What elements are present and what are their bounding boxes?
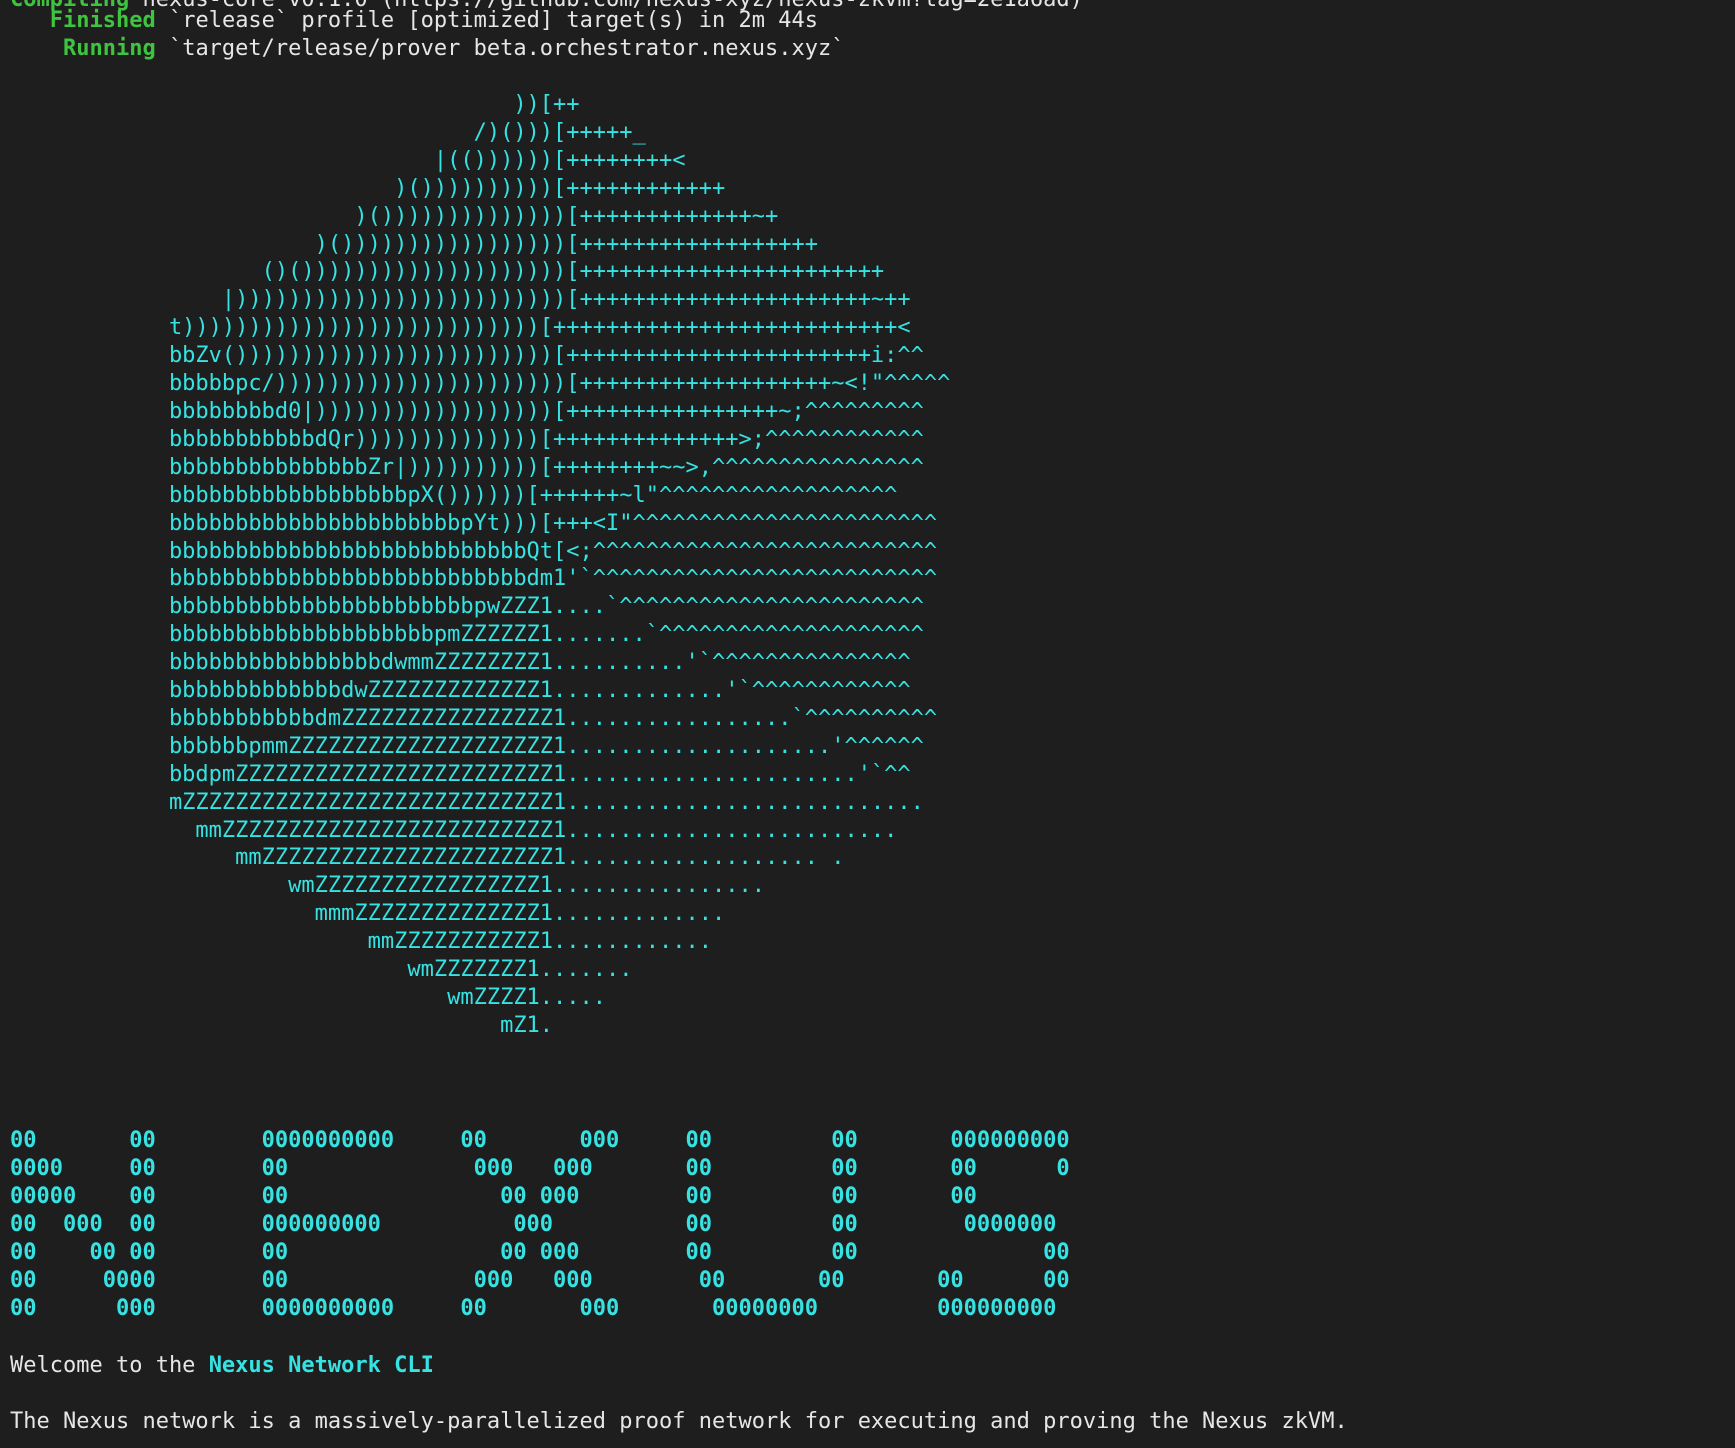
- ascii-logo-row: )())))))))))))))[+++++++++++++~+: [10, 203, 779, 229]
- nexus-block-letters-banner: 00 00 0000000000 00 000 00 00 000000000 0…: [10, 1127, 1070, 1323]
- ascii-logo-row: bbbbbpc/))))))))))))))))))))))[+++++++++…: [10, 371, 951, 397]
- ascii-logo-row: bbbbbbbbbbbbbdwZZZZZZZZZZZZZ1...........…: [10, 678, 911, 704]
- banner-row: 00 0000 00 000 000 00 00 00 00: [10, 1268, 1070, 1293]
- ascii-logo-row: bbbbbbpmmZZZZZZZZZZZZZZZZZZZZ1..........…: [10, 733, 924, 759]
- banner-row: 00 00 00 00 00 000 00 00 00: [10, 1240, 1070, 1265]
- ascii-logo-row: bbbbbbbbd0|))))))))))))))))))[++++++++++…: [10, 398, 924, 424]
- ascii-logo-row: wmZZZZZZZZZZZZZZZZZ1................: [10, 873, 765, 899]
- ascii-logo-row: wmZZZZ1.....: [10, 985, 607, 1010]
- running-detail: `target/release/prover beta.orchestrator…: [155, 36, 845, 61]
- ascii-logo-row: ()())))))))))))))))))))[++++++++++++++++…: [10, 259, 885, 285]
- finished-detail: `release` profile [optimized] target(s) …: [155, 8, 818, 33]
- banner-row: 00000 00 00 00 000 00 00 00: [10, 1184, 977, 1209]
- running-line: Running `target/release/prover beta.orch…: [10, 35, 844, 63]
- ascii-logo-row: t)))))))))))))))))))))))))))[+++++++++++…: [10, 315, 911, 341]
- finished-line: Finished `release` profile [optimized] t…: [10, 7, 818, 35]
- description-line: The Nexus network is a massively-paralle…: [10, 1409, 1348, 1434]
- terminal-window[interactable]: Compiling nexus-core v0.1.0 (https://git…: [0, 0, 1735, 1448]
- ascii-logo-row: )())))))))))[++++++++++++: [10, 175, 726, 201]
- ascii-logo-row: |(())))))[++++++++<: [10, 147, 686, 173]
- ascii-logo-row: bbbbbbbbbbbdmZZZZZZZZZZZZZZZZ1..........…: [10, 705, 938, 731]
- ascii-logo-row: mZZZZZZZZZZZZZZZZZZZZZZZZZZZZ1..........…: [10, 789, 924, 815]
- ascii-logo-row: mZ1.: [10, 1012, 554, 1038]
- banner-row: 00 000 0000000000 00 000 00000000 000000…: [10, 1296, 1057, 1321]
- ascii-logo-row: mmmZZZZZZZZZZZZZZ1.............: [10, 901, 726, 927]
- banner-row: 0000 00 00 000 000 00 00 00 0: [10, 1156, 1070, 1181]
- ascii-logo-row: bbbbbbbbbbbbbbbbbbbbbbpYt)))[+++<I"^^^^^…: [10, 510, 938, 536]
- ascii-logo-row: mmZZZZZZZZZZZZZZZZZZZZZZ1...............…: [10, 845, 845, 871]
- ascii-logo-row: mmZZZZZZZZZZZ1............: [10, 929, 712, 955]
- ascii-logo-row: mmZZZZZZZZZZZZZZZZZZZZZZZZZ1............…: [10, 817, 898, 843]
- ascii-logo-row: bbbbbbbbbbbbbbbbdwmmZZZZZZZZ1..........'…: [10, 650, 911, 676]
- welcome-line: Welcome to the Nexus Network CLI: [10, 1352, 434, 1380]
- ascii-logo-row: bbdpmZZZZZZZZZZZZZZZZZZZZZZZZ1..........…: [10, 761, 911, 787]
- finished-status: Finished: [49, 8, 156, 33]
- ascii-logo-row: bbbbbbbbbbbbbbbbbbbbpmZZZZZZ1.......`^^^…: [10, 622, 924, 648]
- banner-row: 00 00 0000000000 00 000 00 00 000000000: [10, 1128, 1070, 1153]
- ascii-logo-row: |)))))))))))))))))))))))))[+++++++++++++…: [10, 287, 911, 313]
- ascii-logo-row: ))[++: [10, 92, 580, 117]
- ascii-logo-row: bbbbbbbbbbbbbbbbbbpX())))))[++++++~l"^^^…: [10, 482, 898, 508]
- ascii-logo-row: bbbbbbbbbbbbbbbZr|))))))))))[++++++++~~>…: [10, 454, 924, 480]
- ascii-logo-row: wmZZZZZZZ1.......: [10, 957, 633, 983]
- running-status: Running: [62, 36, 156, 61]
- banner-row: 00 000 00 000000000 000 00 00 0000000: [10, 1212, 1057, 1237]
- welcome-prefix: Welcome to the: [10, 1353, 209, 1378]
- welcome-product-name: Nexus Network CLI: [208, 1353, 434, 1378]
- nexus-ascii-logo: ))[++ /)()))[+++++_ |(())))))[++++++++< …: [10, 91, 950, 1040]
- ascii-logo-row: bbbbbbbbbbbbbbbbbbbbbbbpwZZZ1....`^^^^^^…: [10, 594, 924, 620]
- ascii-logo-row: /)()))[+++++_: [10, 119, 646, 145]
- ascii-logo-row: bbZv())))))))))))))))))))))))[++++++++++…: [10, 343, 924, 369]
- ascii-logo-row: )()))))))))))))))))[++++++++++++++++++: [10, 231, 818, 257]
- ascii-logo-row: bbbbbbbbbbbbbbbbbbbbbbbbbbbdm1'`^^^^^^^^…: [10, 566, 938, 592]
- ascii-logo-row: bbbbbbbbbbbdQr))))))))))))))[+++++++++++…: [10, 426, 924, 452]
- ascii-logo-row: bbbbbbbbbbbbbbbbbbbbbbbbbbbQt[<;^^^^^^^^…: [10, 538, 938, 564]
